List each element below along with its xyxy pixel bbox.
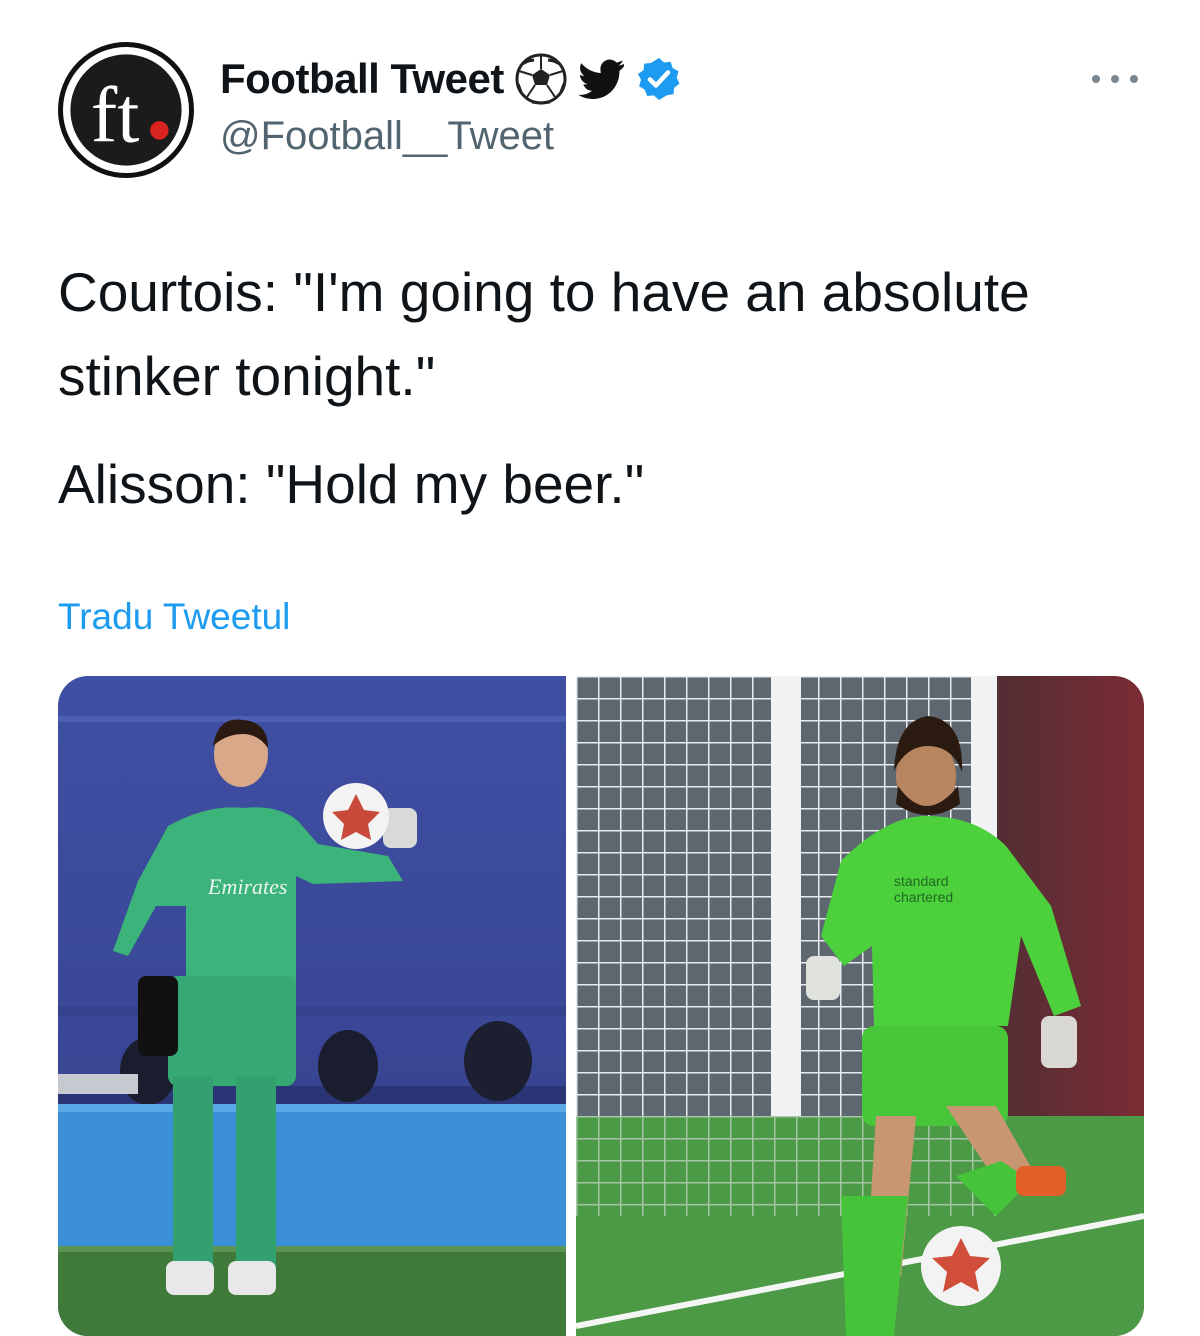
svg-text:standard: standard [894,873,948,889]
more-options-icon[interactable] [1092,64,1138,94]
avatar-text: ft [91,72,140,160]
twitter-bird-icon [577,59,626,99]
goalkeeper-photo-icon: standard chartered [576,676,1144,1336]
svg-text:Emirates: Emirates [207,874,287,899]
football-tweet-logo-icon: ft [70,54,182,166]
tweet-line: Courtois: "I'm going to have an absolute… [58,261,1030,407]
photo-alisson[interactable]: standard chartered [576,676,1144,1336]
author-name-row: Football Tweet [220,52,682,106]
avatar[interactable]: ft [58,42,194,178]
tweet-line: Alisson: "Hold my beer." [58,453,645,515]
photo-courtois[interactable]: Emirates [58,676,566,1336]
svg-text:chartered: chartered [894,889,953,905]
tweet-media: Emirates standard chartered [58,676,1144,1336]
goalkeeper-photo-icon: Emirates [58,676,566,1336]
soccer-ball-icon [514,52,568,106]
translate-tweet-link[interactable]: Tradu Tweetul [58,596,290,638]
tweet-text: Courtois: "I'm going to have an absolute… [58,250,1138,526]
author-handle[interactable]: @Football__Tweet [220,114,554,159]
verified-badge-icon [636,56,682,102]
author-display-name[interactable]: Football Tweet [220,55,504,103]
